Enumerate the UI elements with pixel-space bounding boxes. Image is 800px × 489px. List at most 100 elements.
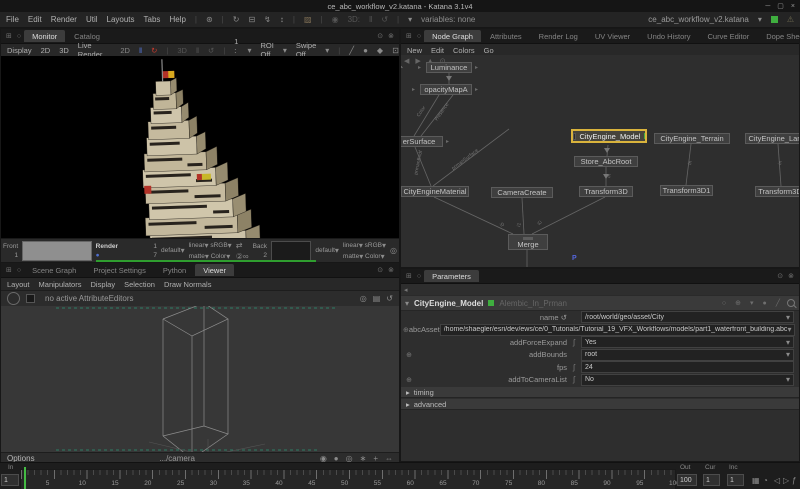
pin-icon[interactable]: ○ xyxy=(722,300,726,307)
panel-grip-icon[interactable]: ⊞ xyxy=(6,266,12,274)
grid-icon[interactable]: ▦ xyxy=(752,476,760,485)
project-chevron-icon[interactable]: ▾ xyxy=(758,15,762,24)
node-cityengine-model[interactable]: CityEngine_Model xyxy=(571,129,647,143)
monitor-viewport[interactable] xyxy=(1,56,399,238)
node-transform3d2[interactable]: Transform3D xyxy=(755,186,799,197)
node-cityenginematerial[interactable]: CityEngineMaterial xyxy=(401,186,469,197)
monitor-menu-3d[interactable]: 3D xyxy=(59,46,69,55)
panel-close-icon[interactable]: ⊗ xyxy=(388,266,394,274)
minimize-button[interactable]: ─ xyxy=(765,3,770,10)
refresh-icon[interactable]: ↻ xyxy=(233,15,240,24)
back-colorspace[interactable]: default▾ xyxy=(315,246,339,255)
node-cameracreate[interactable]: CameraCreate xyxy=(491,187,553,198)
ng-menu-go[interactable]: Go xyxy=(484,46,494,55)
monitor-menu-2d[interactable]: 2D xyxy=(41,46,51,55)
param-value-addtocameralist[interactable]: No▾ xyxy=(581,374,794,386)
tab-curve-editor[interactable]: Curve Editor xyxy=(700,30,758,42)
node-ersurface[interactable]: erSurface xyxy=(401,136,443,147)
tab-uv-viewer[interactable]: UV Viewer xyxy=(587,30,638,42)
pause-2d-icon[interactable]: ‖ xyxy=(139,46,142,55)
tab-viewer[interactable]: Viewer xyxy=(195,264,234,276)
out-field[interactable]: 100 xyxy=(677,474,697,486)
viewer-menu-draw-normals[interactable]: Draw Normals xyxy=(164,280,212,289)
node-store-abcroot[interactable]: Store_AbcRoot xyxy=(574,156,638,167)
clock-icon[interactable]: ◔ xyxy=(763,476,768,485)
viewer-viewport[interactable] xyxy=(1,306,399,452)
param-value-fps[interactable]: 24 xyxy=(581,361,794,373)
front-thumbnail[interactable] xyxy=(22,241,92,261)
diamond-icon[interactable]: ◆ xyxy=(377,46,383,55)
menu-help[interactable]: Help xyxy=(169,15,185,24)
tab-project-settings[interactable]: Project Settings xyxy=(85,264,154,276)
search-icon[interactable] xyxy=(787,299,795,307)
reset-icon[interactable]: ↺ xyxy=(386,294,393,303)
node-cityengine-terrain[interactable]: CityEngine_Terrain xyxy=(654,133,730,144)
node-view-flag[interactable] xyxy=(644,133,645,139)
warning-icon[interactable]: ⚠ xyxy=(787,15,794,24)
front-transfer[interactable]: linear▾ sRGB▾ xyxy=(189,241,232,250)
updown-icon[interactable]: ↕ xyxy=(280,15,284,24)
in-field[interactable]: 1 xyxy=(1,474,19,486)
menu-file[interactable]: File xyxy=(6,15,19,24)
param-value-name[interactable]: /root/world/geo/asset/City▾ xyxy=(581,311,794,323)
tab-scene-graph[interactable]: Scene Graph xyxy=(24,264,84,276)
cur-field[interactable]: 1 xyxy=(703,474,720,486)
node-graph-canvas[interactable]: ◀ ▶ ▲ ⊙ xyxy=(401,55,799,267)
curve-icon[interactable]: ʃ xyxy=(567,338,581,347)
roi-chevron-icon[interactable]: ▾ xyxy=(283,46,287,55)
tab-undo-history[interactable]: Undo History xyxy=(639,30,698,42)
tab-node-graph[interactable]: Node Graph xyxy=(424,30,481,42)
snap-icon[interactable]: ◎ xyxy=(360,294,367,303)
wave-icon[interactable]: ▾ xyxy=(750,299,754,307)
tab-python[interactable]: Python xyxy=(155,264,194,276)
front-buffer-name[interactable]: Render xyxy=(96,243,118,250)
param-value-addbounds[interactable]: root▾ xyxy=(581,349,794,361)
maximize-button[interactable]: ▢ xyxy=(777,2,784,10)
group-timing[interactable]: ▸timing xyxy=(401,387,799,398)
panel-close-icon[interactable]: ⊗ xyxy=(388,32,394,40)
panel-grip-icon[interactable]: ⊞ xyxy=(406,272,412,280)
layers-icon[interactable]: ▤ xyxy=(373,294,381,303)
parameter-node-header[interactable]: ▾ CityEngine_Model Alembic_In_Prman ○ ⊕ … xyxy=(401,295,799,311)
curve-icon[interactable]: ʃ xyxy=(567,375,581,384)
tab-attributes[interactable]: Attributes xyxy=(482,30,530,42)
gear-icon[interactable]: ⊛ xyxy=(206,15,213,24)
panel-menu-icon[interactable]: ○ xyxy=(17,267,21,274)
panel-grip-icon[interactable]: ⊞ xyxy=(6,32,12,40)
frame-icon[interactable]: ⊡ xyxy=(392,46,399,55)
katana-swirl-icon[interactable] xyxy=(7,292,20,305)
step-back-icon[interactable]: ◁ xyxy=(774,476,780,485)
back-matte[interactable]: matte▾ Color▾ xyxy=(343,252,386,261)
tab-monitor[interactable]: Monitor xyxy=(24,30,65,42)
viewer-menu-display[interactable]: Display xyxy=(90,280,115,289)
node-opacitymapa[interactable]: opacityMapA xyxy=(420,84,472,95)
panel-close-icon[interactable]: ⊗ xyxy=(788,272,794,280)
collapse-left-icon[interactable]: ◂ xyxy=(404,286,408,294)
monitor-menu-display[interactable]: Display xyxy=(7,46,32,55)
panel-menu-icon[interactable]: ○ xyxy=(417,33,421,40)
bolt-icon[interactable]: ↯ xyxy=(264,15,271,24)
fcurve-icon[interactable]: ƒ xyxy=(792,476,796,485)
project-file-selector[interactable]: ce_abc_workflow_v2.katana xyxy=(648,15,749,24)
node-merge[interactable]: Merge xyxy=(508,234,548,250)
expand-icon[interactable]: ⊕ xyxy=(403,376,415,384)
panel-menu-icon[interactable]: ○ xyxy=(17,33,21,40)
menu-layouts[interactable]: Layouts xyxy=(107,15,135,24)
swap-buffers-icon[interactable]: ⇄ xyxy=(236,241,249,250)
viewer-menu-manipulators[interactable]: Manipulators xyxy=(39,280,82,289)
node-luminance[interactable]: Luminance xyxy=(426,62,472,73)
ng-menu-edit[interactable]: Edit xyxy=(431,46,444,55)
chevron-down-icon[interactable]: ▾ xyxy=(408,15,412,24)
step-forward-icon[interactable]: ▷ xyxy=(783,476,789,485)
param-value-abcasset[interactable]: /home/shaegler/esri/dev/ews/ce/0_Tutoria… xyxy=(440,324,796,336)
attribute-editor-checkbox[interactable] xyxy=(26,294,35,303)
render-icon[interactable]: ▨ xyxy=(304,15,312,24)
timeline-ruler[interactable]: 5101520253035404550556065707580859095100 xyxy=(20,469,676,489)
tab-dope-sheet[interactable]: Dope Sheet xyxy=(758,30,800,42)
panel-corner-icon[interactable]: ⊙ xyxy=(777,272,783,280)
node-transform3d[interactable]: Transform3D xyxy=(579,186,633,197)
dot-icon[interactable]: ● xyxy=(763,300,767,307)
swipe-chevron-icon[interactable]: ▾ xyxy=(325,46,329,55)
edit-icon[interactable]: ╱ xyxy=(776,299,780,307)
front-colorspace[interactable]: default▾ xyxy=(161,246,185,255)
